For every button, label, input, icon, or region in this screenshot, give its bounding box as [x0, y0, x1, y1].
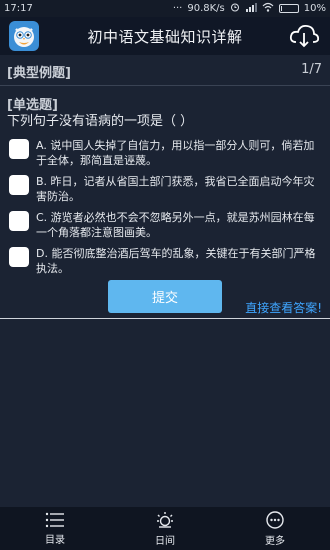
nav-item-catalog[interactable]: 目录	[0, 507, 110, 550]
battery-icon	[278, 4, 299, 13]
nav-label: 更多	[265, 535, 285, 547]
nav-item-more[interactable]: 更多	[220, 507, 330, 550]
option-c[interactable]: C. 游览者必然也不会不忽略另外一点，就是苏州园林在每一个角落都注意图画美。	[9, 210, 324, 240]
content-bottom-divider	[0, 318, 330, 319]
status-time: 17:17	[4, 3, 33, 14]
checkbox[interactable]	[9, 139, 29, 159]
wifi-icon	[262, 2, 274, 15]
option-b[interactable]: B. 昨日，记者从省国土部门获悉，我省已全面启动今年灾害防治。	[9, 174, 324, 204]
page-indicator: 1/7	[301, 62, 322, 77]
app-title: 初中语文基础知识详解	[87, 27, 243, 46]
cloud-download-icon[interactable]	[288, 22, 320, 50]
app-bar: 初中语文基础知识详解	[0, 17, 330, 55]
question-text: 下列句子没有语病的一项是（ ）	[7, 114, 194, 129]
option-d[interactable]: D. 能否彻底整治酒后驾车的乱象，关键在于有关部门严格执法。	[9, 246, 324, 276]
alarm-icon	[230, 2, 240, 15]
status-right: ··· 90.8K/s 10%	[173, 2, 326, 15]
battery-percent: 10%	[303, 3, 326, 14]
bottom-nav: 目录 日间 更多	[0, 507, 330, 550]
option-label: D. 能否彻底整治酒后驾车的乱象，关键在于有关部门严格执法。	[36, 247, 316, 275]
checkbox[interactable]	[9, 211, 29, 231]
option-label: A. 说中国人失掉了自信力，用以指一部分人则可，倘若加于全体，那简直是诬蔑。	[36, 139, 315, 167]
more-icon	[266, 510, 284, 529]
network-speed: 90.8K/s	[187, 3, 225, 14]
more-dots-icon: ···	[172, 3, 183, 14]
nav-label: 目录	[45, 534, 65, 546]
checkbox[interactable]	[9, 175, 29, 195]
status-bar: 17:17 ··· 90.8K/s 10%	[0, 0, 330, 17]
owl-logo-icon[interactable]	[9, 21, 39, 51]
list-icon	[45, 512, 64, 527]
submit-button[interactable]: 提交	[108, 280, 222, 313]
question-panel: [典型例题] 1/7 [单选题] 下列句子没有语病的一项是（ ） A. 说中国人…	[0, 55, 330, 510]
view-answer-link[interactable]: 直接查看答案!	[245, 299, 322, 316]
section-title: [典型例题]	[7, 66, 71, 81]
nav-label: 日间	[155, 535, 175, 547]
divider	[0, 85, 330, 86]
option-label: C. 游览者必然也不会不忽略另外一点，就是苏州园林在每一个角落都注意图画美。	[36, 211, 315, 239]
option-a[interactable]: A. 说中国人失掉了自信力，用以指一部分人则可，倘若加于全体，那简直是诬蔑。	[9, 138, 324, 168]
checkbox[interactable]	[9, 247, 29, 267]
signal-icon	[245, 2, 257, 15]
option-label: B. 昨日，记者从省国土部门获悉，我省已全面启动今年灾害防治。	[36, 175, 315, 203]
nav-item-daytime[interactable]: 日间	[110, 507, 220, 550]
battery-level	[280, 6, 283, 11]
sun-icon	[157, 511, 173, 528]
